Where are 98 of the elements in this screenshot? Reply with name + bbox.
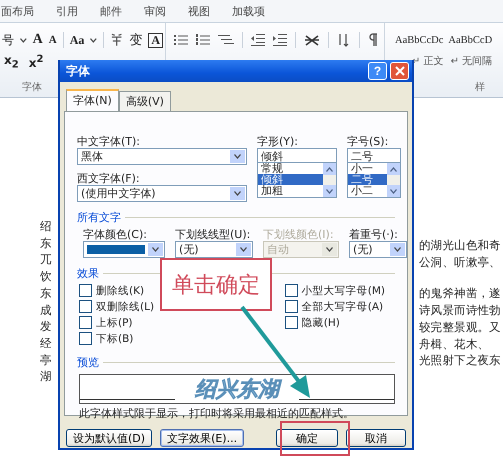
- scroll-down-button[interactable]: [323, 185, 336, 197]
- increase-indent-icon[interactable]: [273, 34, 287, 46]
- ribbon-tab[interactable]: 加载项: [232, 4, 265, 18]
- font-style-field[interactable]: 倾斜: [257, 148, 337, 163]
- document-text: 绍: [40, 218, 52, 235]
- checkbox-label: 上标(P): [96, 316, 133, 330]
- section-heading: 预览: [77, 355, 99, 370]
- list-option[interactable]: 小二: [348, 185, 387, 196]
- document-text: 的湖光山色和奇: [419, 237, 502, 254]
- close-button[interactable]: [390, 62, 409, 80]
- preview-note: 此字体样式限于显示，打印时将采用最相近的匹配样式。: [79, 406, 355, 421]
- section-heading: 效果: [77, 266, 99, 281]
- field-label: 着重号(·):: [349, 227, 399, 241]
- style-sample[interactable]: AaBbCcD: [448, 35, 492, 46]
- document-text: 发: [40, 318, 52, 335]
- scroll-up-button[interactable]: [323, 163, 336, 175]
- list-option[interactable]: 小一: [348, 163, 387, 174]
- field-label: 下划线线型(U):: [175, 227, 252, 241]
- paragraph-mark-icon[interactable]: [368, 33, 378, 47]
- checkbox-label: 小型大写字母(M): [302, 284, 385, 298]
- checkbox-label: 删除线(K): [96, 284, 144, 298]
- field-label: 下划线颜色(I):: [263, 227, 335, 241]
- ribbon-tab[interactable]: 视图: [188, 4, 210, 18]
- document-text: 舟楫、花木、: [419, 336, 490, 352]
- list-option[interactable]: 倾斜: [258, 174, 323, 185]
- document-text: 经: [40, 334, 52, 352]
- checkbox-label: 全部大写字母(A): [302, 300, 384, 314]
- ribbon-tab[interactable]: 审阅: [144, 4, 166, 18]
- document-text: 兀: [40, 251, 52, 268]
- bullet-list-icon[interactable]: [174, 34, 188, 46]
- checkbox[interactable]: [284, 284, 298, 297]
- dialog-tab[interactable]: 字体(N): [66, 89, 119, 111]
- document-text: 的鬼斧神凿，遂: [419, 285, 502, 302]
- subscript-button[interactable]: x$_{2}$: [4, 53, 19, 71]
- scroll-down-button[interactable]: [387, 185, 400, 197]
- preview-text: 绍兴东湖: [175, 375, 299, 403]
- set-default-button[interactable]: 设为默认值(D): [66, 429, 152, 447]
- document-text: 诗风景而诗性勃: [419, 302, 502, 319]
- font-size-field[interactable]: 号: [2, 32, 14, 48]
- char-shading-button[interactable]: 变: [129, 31, 142, 49]
- field-label: 中文字体(T):: [77, 134, 142, 148]
- field-label: 字体颜色(C):: [83, 227, 148, 241]
- dropdown[interactable]: (无): [349, 241, 407, 258]
- checkbox-label: 双删除线(L): [96, 300, 154, 314]
- field-label: 字号(S):: [347, 134, 390, 148]
- text-effects-button[interactable]: 文字效果(E)...: [160, 429, 244, 447]
- multilevel-list-icon[interactable]: [218, 34, 234, 46]
- list-option[interactable]: 加粗: [258, 185, 323, 196]
- document-text: 饮: [40, 268, 52, 285]
- document-text: 公洞、听漱亭、: [419, 254, 502, 270]
- western-font-dropdown[interactable]: (使用中文字体): [77, 185, 247, 202]
- checkbox-label: 隐藏(H): [302, 316, 340, 330]
- list-option[interactable]: 常规: [258, 163, 323, 174]
- field-label: 字形(Y):: [257, 134, 300, 148]
- ribbon-tab[interactable]: 面布局: [1, 4, 34, 18]
- ribbon-tab[interactable]: 引用: [56, 4, 78, 18]
- sort-icon[interactable]: [337, 33, 351, 47]
- document-text: 较完整景观。又: [419, 318, 502, 336]
- numbered-list-icon[interactable]: [196, 34, 210, 46]
- group-label: 样: [474, 80, 486, 95]
- color-dropdown[interactable]: [83, 241, 165, 258]
- dialog-tab[interactable]: 高级(V): [118, 91, 171, 111]
- shrink-font-button[interactable]: A: [48, 34, 57, 46]
- checkbox[interactable]: [79, 332, 92, 345]
- document-text: 东: [40, 234, 52, 252]
- superscript-button[interactable]: x$^{2}$: [28, 54, 44, 70]
- checkbox[interactable]: [284, 316, 298, 329]
- decrease-indent-icon[interactable]: [251, 34, 265, 46]
- style-sample[interactable]: AaBbCcDc: [395, 35, 444, 46]
- document-text: 湖: [40, 368, 52, 386]
- document-text: 亭: [40, 352, 52, 368]
- close-icon: [394, 66, 404, 76]
- checkbox[interactable]: [79, 300, 92, 313]
- chinese-font-dropdown[interactable]: 黑体: [77, 148, 247, 165]
- cancel-button[interactable]: 取消: [346, 429, 406, 447]
- document-text: 成: [40, 302, 52, 318]
- highlight-frame: [280, 421, 350, 456]
- style-name: ↵ 无间隔: [450, 55, 492, 68]
- char-border-button[interactable]: A: [148, 32, 164, 48]
- checkbox[interactable]: [79, 316, 92, 329]
- list-option[interactable]: 二号: [348, 174, 387, 185]
- font-size-field[interactable]: 二号: [347, 148, 401, 163]
- checkbox[interactable]: [79, 284, 92, 297]
- document-text: 东: [40, 284, 52, 302]
- group-label: 字体: [21, 80, 43, 95]
- ribbon-tab[interactable]: 邮件: [100, 4, 122, 18]
- grow-font-button[interactable]: A: [32, 32, 43, 48]
- scroll-up-button[interactable]: [387, 163, 400, 175]
- section-heading: 所有文字: [77, 210, 121, 225]
- checkbox-label: 下标(B): [96, 332, 134, 346]
- field-label: 西文字体(F):: [77, 171, 141, 185]
- document-text: 光照射下之夜东: [419, 352, 502, 369]
- ok-button[interactable]: 确定: [276, 429, 338, 447]
- dropdown[interactable]: (无): [175, 241, 253, 258]
- callout-text: 单击确定: [160, 258, 272, 311]
- dialog-title: 字体: [66, 62, 90, 80]
- checkbox[interactable]: [284, 300, 298, 313]
- change-case-button[interactable]: Aa: [70, 32, 84, 48]
